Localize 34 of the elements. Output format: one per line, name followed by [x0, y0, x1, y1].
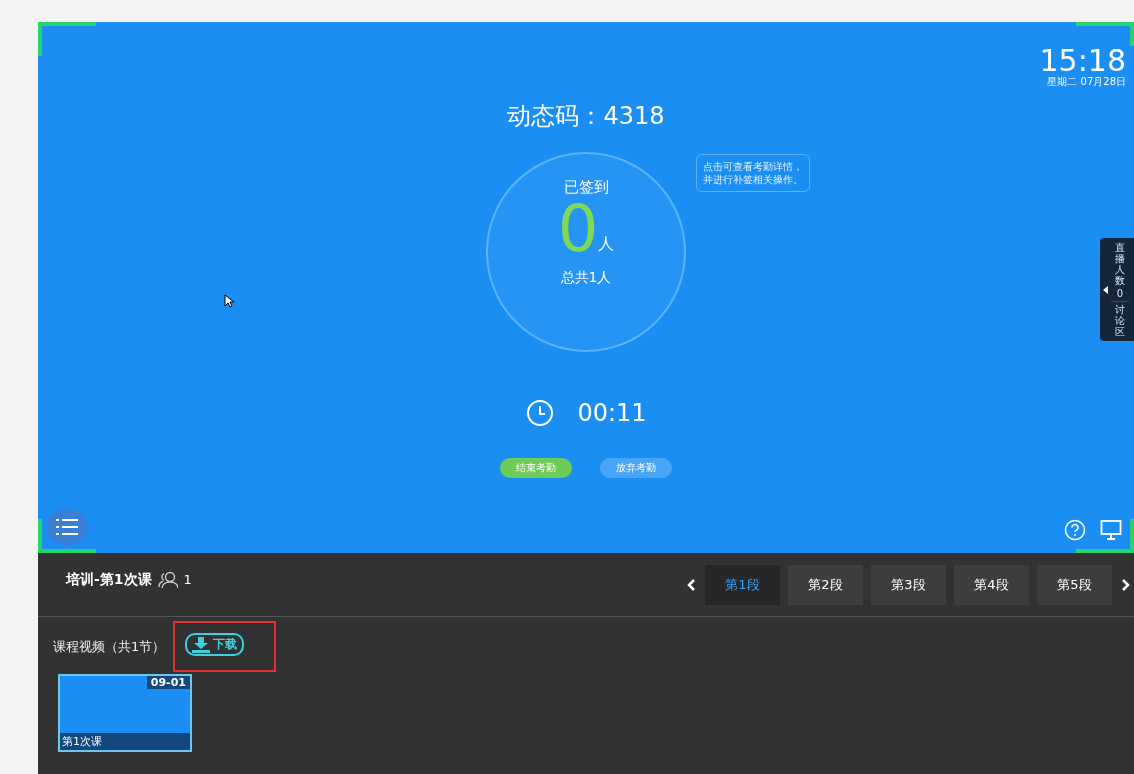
clock-time: 15:18	[1039, 47, 1126, 75]
videos-heading: 课程视频（共1节）	[53, 637, 166, 656]
segment-tab[interactable]: 第4段	[954, 564, 1029, 605]
menu-button[interactable]	[46, 509, 88, 545]
cursor-icon	[224, 294, 234, 308]
people-icon	[157, 570, 178, 589]
live-viewers-count: 0	[1115, 288, 1125, 299]
side-panel[interactable]: 直播人数 0 讨论区	[1100, 238, 1134, 341]
download-button[interactable]: 下载	[185, 633, 245, 656]
dynamic-code-title: 动态码：4318	[507, 101, 665, 132]
course-title: 培训-第1次课	[66, 570, 152, 589]
segment-tab[interactable]: 第2段	[788, 564, 863, 605]
clock-icon	[525, 398, 556, 428]
video-title: 第1次课	[60, 733, 190, 750]
chevron-left-icon	[687, 578, 695, 591]
clock-date: 星期二 07月28日	[1046, 75, 1126, 89]
timer: 00:11	[577, 399, 647, 427]
triangle-icon	[1103, 285, 1108, 294]
corner-bracket	[38, 22, 96, 56]
monitor-icon[interactable]	[1100, 519, 1122, 541]
list-icon	[56, 518, 78, 536]
discussion-label: 讨论区	[1115, 304, 1125, 337]
corner-bracket	[1076, 22, 1134, 46]
video-thumbnail[interactable]: 09-01 第1次课	[58, 674, 192, 752]
help-icon[interactable]	[1064, 519, 1086, 541]
video-date: 09-01	[146, 676, 190, 689]
segment-tab[interactable]: 第5段	[1037, 564, 1112, 605]
segment-tab[interactable]: 第3段	[871, 564, 946, 605]
live-viewers-label: 直播人数	[1115, 242, 1125, 286]
download-icon	[192, 636, 211, 653]
chevron-right-icon	[1122, 578, 1130, 591]
member-count: 1	[183, 572, 192, 587]
segment-tab[interactable]: 第1段	[705, 564, 780, 605]
tooltip: 点击可查看考勤详情，并进行补签相关操作。	[696, 154, 810, 192]
